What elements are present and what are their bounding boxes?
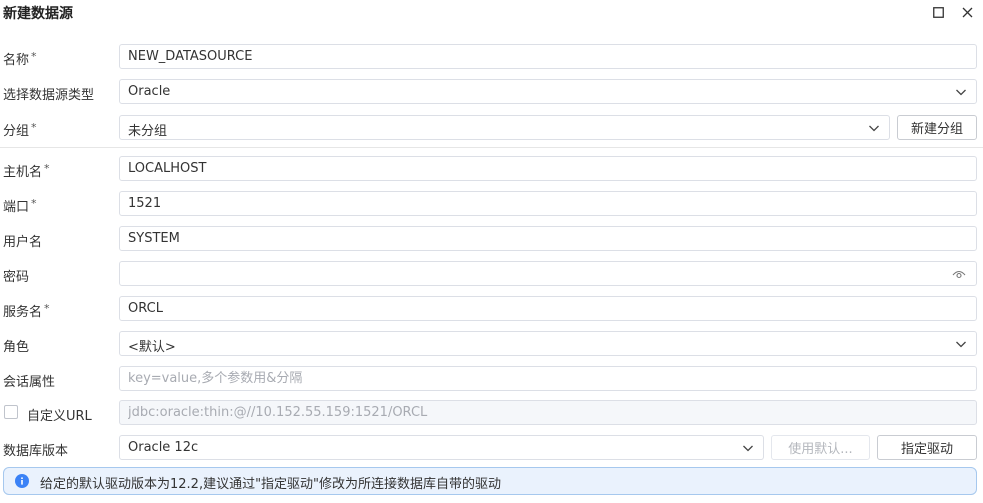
type-select-value: Oracle [128, 84, 171, 99]
port-row: 端口 * [0, 191, 983, 218]
group-label: 分组 * [3, 121, 37, 139]
name-label: 名称 * [3, 50, 37, 68]
db-version-row: 数据库版本 Oracle 12c 使用默认... 指定驱动 [0, 435, 983, 462]
password-input[interactable] [128, 262, 944, 285]
dialog-titlebar: 新建数据源 [0, 0, 983, 26]
new-group-button[interactable]: 新建分组 [897, 115, 977, 140]
type-label: 选择数据源类型 [3, 88, 95, 103]
username-row: 用户名 [0, 226, 983, 253]
username-label: 用户名 [3, 235, 43, 250]
name-input[interactable] [128, 45, 944, 68]
specify-driver-button[interactable]: 指定驱动 [877, 435, 977, 460]
session-field[interactable] [119, 366, 977, 391]
chevron-down-icon [956, 89, 966, 96]
username-input[interactable] [128, 227, 944, 250]
chevron-down-icon [956, 341, 966, 348]
db-version-label: 数据库版本 [3, 444, 69, 459]
session-input[interactable] [128, 367, 944, 390]
info-banner: 给定的默认驱动版本为12.2,建议通过"指定驱动"修改为所连接数据库自带的驱动 [3, 467, 977, 495]
password-label: 密码 [3, 270, 30, 285]
password-field[interactable] [119, 261, 977, 286]
port-input[interactable] [128, 192, 944, 215]
service-input[interactable] [128, 297, 944, 320]
port-field[interactable] [119, 191, 977, 216]
info-text: 给定的默认驱动版本为12.2,建议通过"指定驱动"修改为所连接数据库自带的驱动 [40, 477, 502, 492]
custom-url-label: 自定义URL [27, 409, 92, 424]
name-field[interactable] [119, 44, 977, 69]
host-input[interactable] [128, 157, 944, 180]
custom-url-field [119, 400, 977, 425]
maximize-button[interactable] [928, 3, 948, 21]
group-row: 分组 * 未分组 新建分组 [0, 115, 983, 142]
port-label: 端口 * [3, 197, 37, 215]
name-row: 名称 * [0, 44, 983, 71]
username-field[interactable] [119, 226, 977, 251]
custom-url-row: 自定义URL [0, 400, 983, 427]
host-field[interactable] [119, 156, 977, 181]
chevron-down-icon [743, 445, 753, 452]
close-button[interactable] [957, 3, 977, 21]
db-version-select[interactable]: Oracle 12c [119, 435, 764, 460]
custom-url-input [128, 401, 944, 424]
service-row: 服务名 * [0, 296, 983, 323]
role-label: 角色 [3, 340, 30, 355]
service-field[interactable] [119, 296, 977, 321]
maximize-icon [932, 6, 944, 18]
close-icon [962, 7, 972, 17]
host-row: 主机名 * [0, 156, 983, 183]
db-version-select-value: Oracle 12c [128, 440, 199, 455]
chevron-down-icon [869, 125, 879, 132]
eye-icon[interactable] [952, 268, 966, 280]
password-row: 密码 [0, 261, 983, 288]
group-select[interactable]: 未分组 [119, 115, 890, 140]
custom-url-checkbox[interactable] [4, 405, 18, 419]
type-row: 选择数据源类型 Oracle [0, 79, 983, 106]
section-divider [0, 147, 983, 148]
session-row: 会话属性 [0, 366, 983, 393]
group-select-value: 未分组 [128, 124, 168, 139]
host-label: 主机名 * [3, 162, 50, 180]
info-icon [15, 474, 29, 488]
role-row: 角色 <默认> [0, 331, 983, 358]
use-default-button[interactable]: 使用默认... [771, 435, 870, 460]
session-label: 会话属性 [3, 375, 56, 390]
type-select[interactable]: Oracle [119, 79, 977, 104]
role-select[interactable]: <默认> [119, 331, 977, 356]
service-label: 服务名 * [3, 302, 50, 320]
dialog-title: 新建数据源 [3, 6, 73, 22]
role-select-value: <默认> [128, 340, 176, 355]
